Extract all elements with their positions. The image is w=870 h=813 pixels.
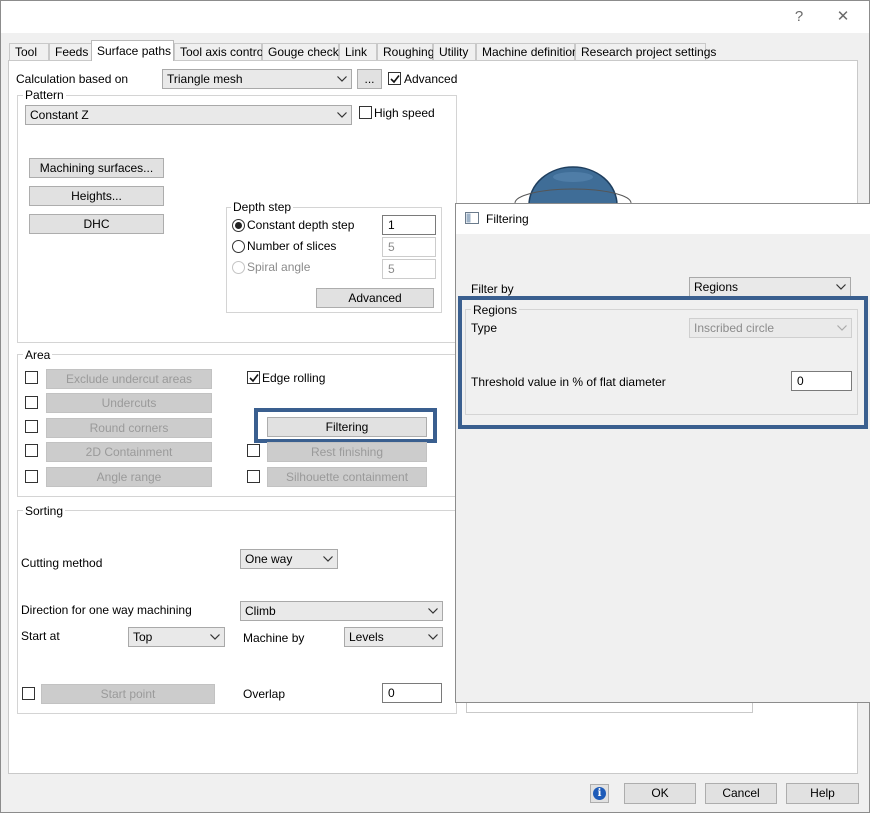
regions-highlight bbox=[458, 296, 868, 429]
depth-advanced-button[interactable]: Advanced bbox=[316, 288, 434, 308]
tab-tool-axis-control[interactable]: Tool axis control bbox=[174, 43, 266, 61]
pattern-combo[interactable]: Constant Z bbox=[25, 105, 352, 125]
help-title-button[interactable]: ? bbox=[779, 5, 819, 29]
checkmark-icon bbox=[390, 75, 400, 84]
edge-rolling-checkbox[interactable] bbox=[247, 371, 260, 384]
heights-button[interactable]: Heights... bbox=[29, 186, 164, 206]
machining-surfaces-button[interactable]: Machining surfaces... bbox=[29, 158, 164, 178]
chevron-down-icon bbox=[836, 278, 846, 296]
direction-combo[interactable]: Climb bbox=[240, 601, 443, 621]
filter-by-combo[interactable]: Regions bbox=[689, 277, 851, 297]
containment-2d-button[interactable]: 2D Containment bbox=[46, 442, 212, 462]
area-group-label: Area bbox=[23, 348, 53, 362]
advanced-label: Advanced bbox=[404, 72, 458, 86]
tab-machine-definition[interactable]: Machine definition bbox=[476, 43, 579, 61]
tab-research-project-settings[interactable]: Research project settings bbox=[575, 43, 716, 61]
cutting-method-value: One way bbox=[245, 552, 293, 566]
chevron-down-icon bbox=[323, 550, 333, 568]
tab-gouge-check[interactable]: Gouge check bbox=[262, 43, 339, 61]
dhc-button[interactable]: DHC bbox=[29, 214, 164, 234]
chevron-down-icon bbox=[337, 70, 347, 88]
spiral-angle-label: Spiral angle bbox=[247, 260, 311, 274]
cutting-method-combo[interactable]: One way bbox=[240, 549, 338, 569]
chevron-down-icon bbox=[210, 628, 220, 646]
containment-2d-checkbox[interactable] bbox=[25, 444, 38, 457]
high-speed-checkbox[interactable] bbox=[359, 106, 372, 119]
calculation-combo[interactable]: Triangle mesh bbox=[162, 69, 352, 89]
filter-by-value: Regions bbox=[694, 280, 739, 294]
tab-roughing[interactable]: Roughing bbox=[377, 43, 434, 61]
cutting-method-label: Cutting method bbox=[21, 556, 103, 570]
spiral-angle-input[interactable]: 5 bbox=[382, 259, 436, 279]
angle-range-button[interactable]: Angle range bbox=[46, 467, 212, 487]
number-of-slices-label: Number of slices bbox=[247, 239, 337, 253]
machine-by-label: Machine by bbox=[243, 631, 305, 645]
sorting-group-label: Sorting bbox=[23, 504, 66, 518]
undercuts-button[interactable]: Undercuts bbox=[46, 393, 212, 413]
direction-label: Direction for one way machining bbox=[21, 603, 192, 617]
spiral-angle-radio[interactable] bbox=[232, 261, 245, 274]
silhouette-button[interactable]: Silhouette containment bbox=[267, 467, 427, 487]
exclude-undercut-button[interactable]: Exclude undercut areas bbox=[46, 369, 212, 389]
constant-depth-label: Constant depth step bbox=[247, 218, 355, 232]
tool-preview-graphic bbox=[514, 166, 632, 205]
undercuts-checkbox[interactable] bbox=[25, 396, 38, 409]
tab-feeds[interactable]: Feeds bbox=[49, 43, 92, 61]
checkmark-icon bbox=[249, 374, 259, 383]
angle-range-checkbox[interactable] bbox=[25, 470, 38, 483]
chevron-down-icon bbox=[428, 602, 438, 620]
tab-tool[interactable]: Tool bbox=[9, 43, 49, 61]
advanced-checkbox[interactable] bbox=[388, 72, 401, 85]
constant-depth-radio[interactable] bbox=[232, 219, 245, 232]
pattern-value: Constant Z bbox=[30, 108, 89, 122]
silhouette-checkbox[interactable] bbox=[247, 470, 260, 483]
round-corners-checkbox[interactable] bbox=[25, 420, 38, 433]
filtering-dialog: Filtering Filter by Regions Regions Type… bbox=[455, 203, 870, 703]
pattern-group-label: Pattern bbox=[23, 88, 66, 102]
round-corners-button[interactable]: Round corners bbox=[46, 418, 212, 438]
edge-rolling-label: Edge rolling bbox=[262, 371, 326, 385]
machine-by-combo[interactable]: Levels bbox=[344, 627, 443, 647]
start-point-button[interactable]: Start point bbox=[41, 684, 215, 704]
ok-button[interactable]: OK bbox=[624, 783, 696, 804]
exclude-undercut-checkbox[interactable] bbox=[25, 371, 38, 384]
rest-finishing-button[interactable]: Rest finishing bbox=[267, 442, 427, 462]
overlap-label: Overlap bbox=[243, 687, 286, 701]
close-window-button[interactable]: ✕ bbox=[823, 5, 863, 29]
chevron-down-icon bbox=[428, 628, 438, 646]
direction-value: Climb bbox=[245, 604, 276, 618]
start-at-value: Top bbox=[133, 630, 153, 644]
start-point-checkbox[interactable] bbox=[22, 687, 35, 700]
start-at-combo[interactable]: Top bbox=[128, 627, 225, 647]
filtering-highlight bbox=[254, 408, 437, 443]
start-at-label: Start at bbox=[21, 629, 60, 643]
overlap-input[interactable]: 0 bbox=[382, 683, 442, 703]
high-speed-label: High speed bbox=[374, 106, 435, 120]
main-window: ? ✕ Tool Feeds Surface paths Tool axis c… bbox=[0, 0, 870, 813]
cancel-button[interactable]: Cancel bbox=[705, 783, 777, 804]
rest-finishing-checkbox[interactable] bbox=[247, 444, 260, 457]
constant-depth-input[interactable]: 1 bbox=[382, 215, 436, 235]
tab-surface-paths[interactable]: Surface paths bbox=[91, 40, 174, 61]
calculation-value: Triangle mesh bbox=[167, 72, 243, 86]
filter-by-label: Filter by bbox=[471, 282, 514, 296]
tab-utility[interactable]: Utility bbox=[433, 43, 476, 61]
tab-link[interactable]: Link bbox=[339, 43, 377, 61]
calculation-label: Calculation based on bbox=[16, 72, 129, 86]
number-of-slices-radio[interactable] bbox=[232, 240, 245, 253]
help-button[interactable]: Help bbox=[786, 783, 859, 804]
filtering-dialog-titlebar: Filtering bbox=[456, 204, 870, 234]
depth-step-group-label: Depth step bbox=[231, 200, 294, 214]
calculation-more-button[interactable]: ... bbox=[357, 69, 382, 89]
filtering-dialog-title: Filtering bbox=[486, 212, 529, 226]
number-of-slices-input[interactable]: 5 bbox=[382, 237, 436, 257]
info-icon: i bbox=[593, 787, 606, 800]
chevron-down-icon bbox=[337, 106, 347, 124]
machine-by-value: Levels bbox=[349, 630, 384, 644]
info-button[interactable]: i bbox=[590, 784, 609, 803]
window-icon bbox=[465, 212, 479, 224]
title-bar: ? ✕ bbox=[1, 1, 869, 33]
